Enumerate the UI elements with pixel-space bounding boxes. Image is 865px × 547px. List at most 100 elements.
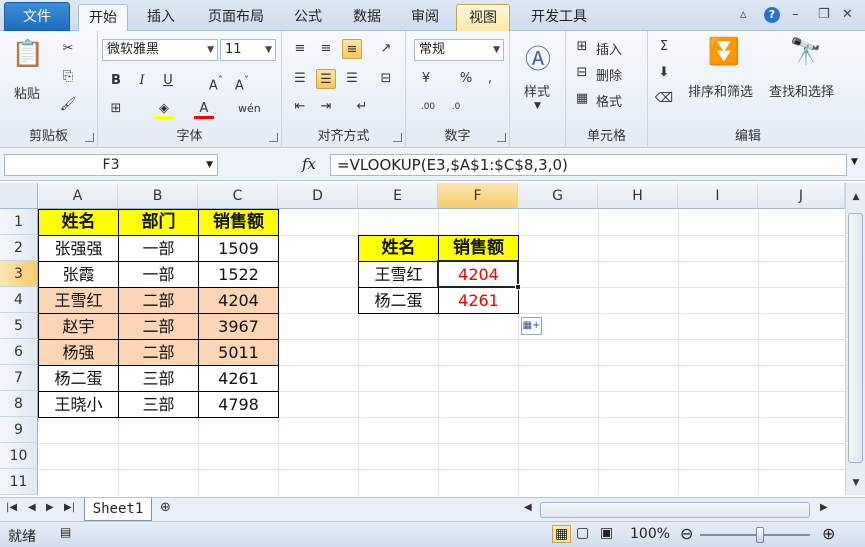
horizontal-scroll-thumb[interactable] [540,502,810,518]
align-top-icon[interactable]: ≡ [290,39,310,59]
align-center-icon[interactable]: ☰ [316,69,336,89]
delete-cells-icon[interactable]: ⊟ [572,63,592,83]
find-select-button[interactable]: 查找和选择 [769,81,834,100]
delete-cells-button[interactable]: 删除 [596,65,622,84]
column-header-b[interactable]: B [118,183,198,209]
zoom-level[interactable]: 100% [630,526,670,542]
clear-icon[interactable]: ⌫ [654,89,674,109]
align-right-icon[interactable]: ☰ [342,69,362,89]
header-cell-a1[interactable]: 姓名 [39,210,118,235]
page-layout-view-icon[interactable]: ▢ [576,525,589,541]
number-launcher-icon[interactable] [497,133,506,142]
currency-icon[interactable]: ¥ [416,69,436,89]
normal-view-icon[interactable]: ▦ [552,525,572,543]
insert-cells-button[interactable]: 插入 [596,39,622,58]
sort-filter-icon[interactable]: ⏬ [704,37,744,67]
paste-options-icon[interactable]: ▦+ [521,317,542,335]
align-left-icon[interactable]: ☰ [290,69,310,89]
tab-data[interactable]: 数据 [340,4,394,31]
font-launcher-icon[interactable] [269,133,278,142]
column-header-a[interactable]: A [38,183,118,209]
percent-icon[interactable]: % [456,69,476,89]
expand-formula-icon[interactable]: ▼ [851,157,858,167]
page-break-view-icon[interactable]: ▣ [600,525,613,541]
prev-sheet-icon[interactable]: ◀ [28,502,36,513]
macro-record-icon[interactable]: ▤ [60,525,71,539]
paste-button[interactable]: 粘贴 [14,83,40,102]
cell-c6[interactable]: 5011 [199,340,278,365]
cell-c3[interactable]: 1522 [199,262,278,287]
header-cell-e2[interactable]: 姓名 [359,236,438,261]
column-header-j[interactable]: J [758,183,845,209]
column-header-f[interactable]: F [438,183,518,209]
row-header-2[interactable]: 2 [0,235,38,261]
format-painter-icon[interactable]: 🖌 [58,95,78,115]
column-header-i[interactable]: I [678,183,758,209]
increase-decimal-icon[interactable]: .00 [418,97,438,117]
zoom-out-icon[interactable]: ⊖ [680,524,693,543]
zoom-slider-track[interactable] [700,534,810,536]
align-middle-icon[interactable]: ≡ [316,39,336,59]
column-header-c[interactable]: C [198,183,278,209]
cell-a4[interactable]: 王雪红 [39,288,118,313]
zoom-slider-thumb[interactable] [756,527,764,543]
row-header-4[interactable]: 4 [0,287,38,313]
header-cell-c1[interactable]: 销售额 [199,210,278,235]
scroll-up-icon[interactable]: ▲ [847,189,865,206]
bold-button[interactable]: B [106,71,126,91]
vertical-scroll-thumb[interactable] [848,213,863,463]
formula-input[interactable]: =VLOOKUP(E3,$A$1:$C$8,3,0) [330,154,847,176]
first-sheet-icon[interactable]: |◀ [6,502,17,513]
cell-c2[interactable]: 1509 [199,236,278,261]
tab-view[interactable]: 视图 [456,4,510,31]
paste-icon[interactable]: 📋 [8,39,48,69]
cell-a5[interactable]: 赵宇 [39,314,118,339]
shrink-font-icon[interactable]: Aˇ [232,71,252,93]
row-header-1[interactable]: 1 [0,209,38,235]
row-header-8[interactable]: 8 [0,391,38,417]
tab-page-layout[interactable]: 页面布局 [196,4,276,31]
tab-insert[interactable]: 插入 [134,4,188,31]
cell-a3[interactable]: 张霞 [39,262,118,287]
underline-button[interactable]: U [158,71,178,91]
header-cell-b1[interactable]: 部门 [119,210,198,235]
cell-b3[interactable]: 一部 [119,262,198,287]
row-header-9[interactable]: 9 [0,417,38,443]
column-header-g[interactable]: G [518,183,598,209]
fill-color-icon[interactable]: ◈ [154,99,174,119]
copy-icon[interactable]: ⎘ [58,67,78,87]
cell-a7[interactable]: 杨二蛋 [39,366,118,391]
tab-file[interactable]: 文件 [4,2,70,31]
styles-icon[interactable]: Ⓐ [520,39,556,76]
close-icon[interactable]: ✕ [842,7,853,22]
insert-cells-icon[interactable]: ⊞ [572,37,592,57]
format-cells-icon[interactable]: ▦ [572,89,592,109]
insert-sheet-icon[interactable]: ⊕ [160,500,171,515]
tab-home[interactable]: 开始 [78,4,128,31]
merge-center-icon[interactable]: ⊟ [376,69,396,89]
row-header-6[interactable]: 6 [0,339,38,365]
font-color-icon[interactable]: A [194,99,214,119]
find-select-icon[interactable]: 🔭 [786,37,826,67]
scroll-left-icon[interactable]: ◀ [524,502,532,513]
borders-icon[interactable]: ⊞ [106,99,126,119]
orientation-icon[interactable]: ↗ [376,39,396,59]
cell-a6[interactable]: 杨强 [39,340,118,365]
cell-b4[interactable]: 二部 [119,288,198,313]
column-header-d[interactable]: D [278,183,358,209]
cell-b8[interactable]: 三部 [119,392,198,417]
comma-icon[interactable]: , [480,69,500,89]
row-header-11[interactable]: 11 [0,469,38,495]
help-icon[interactable]: ? [764,7,780,23]
row-header-7[interactable]: 7 [0,365,38,391]
number-format-combo[interactable]: 常规 ▼ [414,39,504,61]
tab-review[interactable]: 审阅 [400,4,450,31]
phonetic-icon[interactable]: wén [238,99,261,119]
cell-c5[interactable]: 3967 [199,314,278,339]
cell-b7[interactable]: 三部 [119,366,198,391]
row-header-10[interactable]: 10 [0,443,38,469]
autosum-icon[interactable]: Σ [654,37,674,57]
tab-developer[interactable]: 开发工具 [518,4,600,31]
next-sheet-icon[interactable]: ▶ [46,502,54,513]
header-cell-f2[interactable]: 销售额 [439,236,518,261]
